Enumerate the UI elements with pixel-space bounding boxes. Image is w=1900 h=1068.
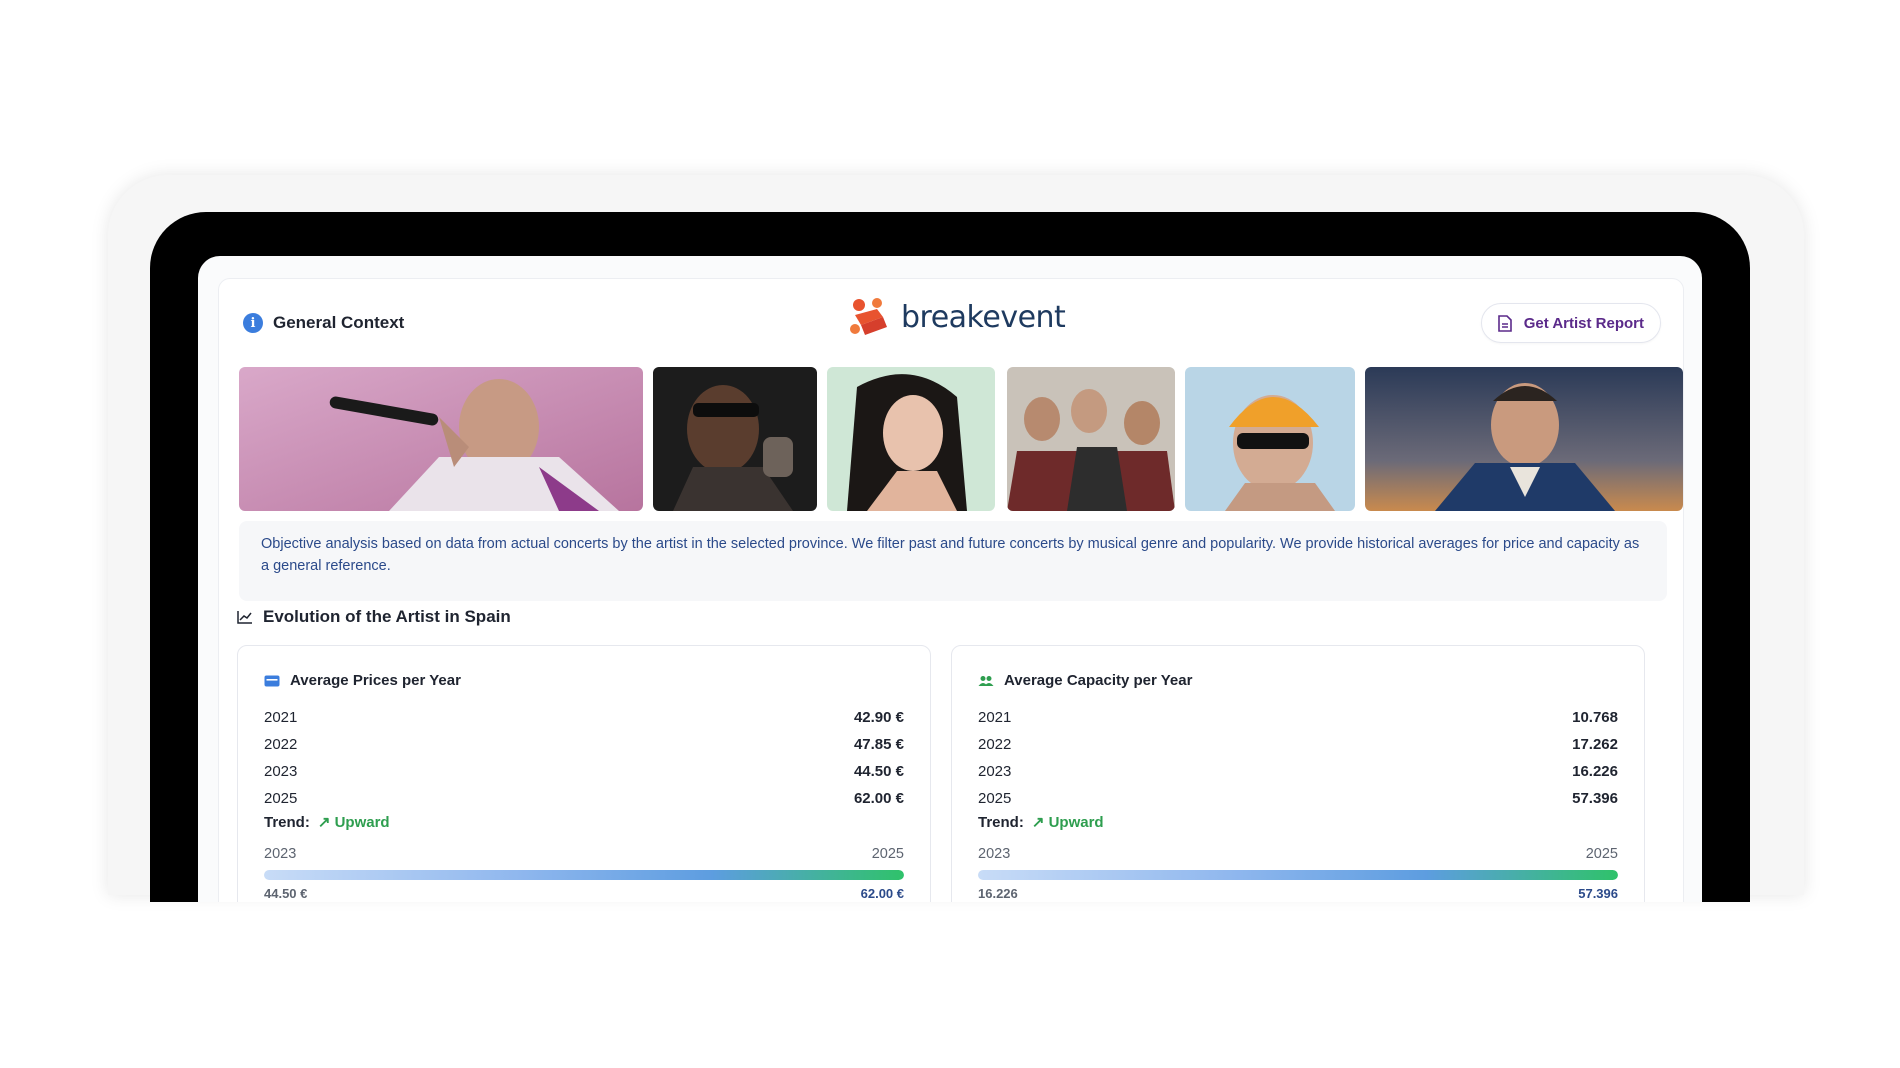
capacity-trend: Trend: ↗ Upward <box>978 813 1618 832</box>
general-context-header: i General Context <box>243 313 404 333</box>
price-progress-fill <box>264 870 904 880</box>
capacity-value: 17.262 <box>1572 736 1618 753</box>
price-range-end: 2025 <box>871 846 904 862</box>
price-range-values: 44.50 € 62.00 € <box>264 886 904 901</box>
price-row: 2025 62.00 € <box>264 785 904 812</box>
average-capacity-panel: Average Capacity per Year 2021 10.768 202… <box>951 645 1645 902</box>
capacity-value: 16.226 <box>1572 763 1618 780</box>
price-value: 62.00 € <box>853 790 904 807</box>
artist-photo-1 <box>239 367 643 511</box>
capacity-range-years: 2023 2025 <box>978 846 1618 862</box>
price-row: 2023 44.50 € <box>264 758 904 785</box>
capacity-row: 2023 16.226 <box>978 758 1618 785</box>
average-prices-header: Average Prices per Year <box>264 672 461 689</box>
price-trend-label: Trend: <box>264 813 310 831</box>
capacity-row: 2022 17.262 <box>978 731 1618 758</box>
capacity-range-start-value: 16.226 <box>978 886 1018 901</box>
capacity-year: 2023 <box>978 763 1012 780</box>
artist-photo-5 <box>1185 367 1355 511</box>
capacity-row: 2021 10.768 <box>978 704 1618 731</box>
info-icon: i <box>243 313 263 333</box>
capacity-range-start: 2023 <box>978 846 1011 862</box>
capacity-range-end-value: 57.396 <box>1578 886 1618 901</box>
capacity-row: 2025 57.396 <box>978 785 1618 812</box>
capacity-progress-fill <box>978 870 1618 880</box>
users-icon <box>978 675 994 686</box>
price-year: 2025 <box>264 790 298 807</box>
get-artist-report-label: Get Artist Report <box>1523 314 1644 332</box>
general-context-card: i General Context breakevent Get Artist … <box>218 278 1684 902</box>
price-progress-bar <box>264 870 904 880</box>
capacity-value: 10.768 <box>1572 709 1618 726</box>
price-trend: Trend: ↗ Upward <box>264 813 904 832</box>
artist-photo-2 <box>653 367 817 511</box>
tablet-device: i General Context breakevent Get Artist … <box>150 212 1750 902</box>
capacity-value: 57.396 <box>1572 790 1618 807</box>
ticket-icon <box>264 675 280 686</box>
price-range-start: 2023 <box>264 846 297 862</box>
document-icon <box>1497 314 1512 332</box>
capacity-year: 2022 <box>978 736 1012 753</box>
tablet-screen: i General Context breakevent Get Artist … <box>198 256 1702 902</box>
price-year: 2021 <box>264 709 298 726</box>
artist-photo-4 <box>1007 367 1175 511</box>
evolution-section-title: Evolution of the Artist in Spain <box>263 607 511 626</box>
price-range-years: 2023 2025 <box>264 846 904 862</box>
capacity-rows: 2021 10.768 2022 17.262 2023 16.226 2025 57.… <box>978 704 1618 831</box>
price-rows: 2021 42.90 € 2022 47.85 € 2023 44.50 € 2025… <box>264 704 904 831</box>
artist-photo-3 <box>827 367 995 511</box>
average-prices-title: Average Prices per Year <box>290 672 461 689</box>
capacity-trend-value: ↗ Upward <box>1031 814 1104 831</box>
brand-mark-icon <box>850 298 887 335</box>
artist-photo-6 <box>1365 367 1683 511</box>
brand-name: breakevent <box>901 299 1066 335</box>
price-row: 2022 47.85 € <box>264 731 904 758</box>
artist-photo-strip <box>239 367 1683 511</box>
price-range-end-value: 62.00 € <box>860 886 904 901</box>
evolution-section-header: Evolution of the Artist in Spain <box>237 607 511 627</box>
average-capacity-header: Average Capacity per Year <box>978 672 1192 689</box>
price-value: 42.90 € <box>853 709 904 726</box>
capacity-progress-bar <box>978 870 1618 880</box>
capacity-range-values: 16.226 57.396 <box>978 886 1618 901</box>
price-year: 2022 <box>264 736 298 753</box>
capacity-range-end: 2025 <box>1585 846 1618 862</box>
general-context-title: General Context <box>273 313 405 332</box>
line-chart-icon <box>237 611 252 624</box>
average-capacity-title: Average Capacity per Year <box>1004 672 1193 689</box>
average-prices-panel: Average Prices per Year 2021 42.90 € 2022… <box>237 645 931 902</box>
get-artist-report-button[interactable]: Get Artist Report <box>1480 303 1661 343</box>
capacity-trend-label: Trend: <box>978 813 1024 831</box>
capacity-year: 2025 <box>978 790 1012 807</box>
price-value: 44.50 € <box>853 763 904 780</box>
price-row: 2021 42.90 € <box>264 704 904 731</box>
price-value: 47.85 € <box>853 736 904 753</box>
analysis-description: Objective analysis based on data from ac… <box>239 521 1667 601</box>
capacity-year: 2021 <box>978 709 1012 726</box>
price-trend-value: ↗ Upward <box>317 814 390 831</box>
price-year: 2023 <box>264 763 298 780</box>
price-range-start-value: 44.50 € <box>264 886 308 901</box>
breakevent-logo: breakevent <box>847 295 1066 339</box>
